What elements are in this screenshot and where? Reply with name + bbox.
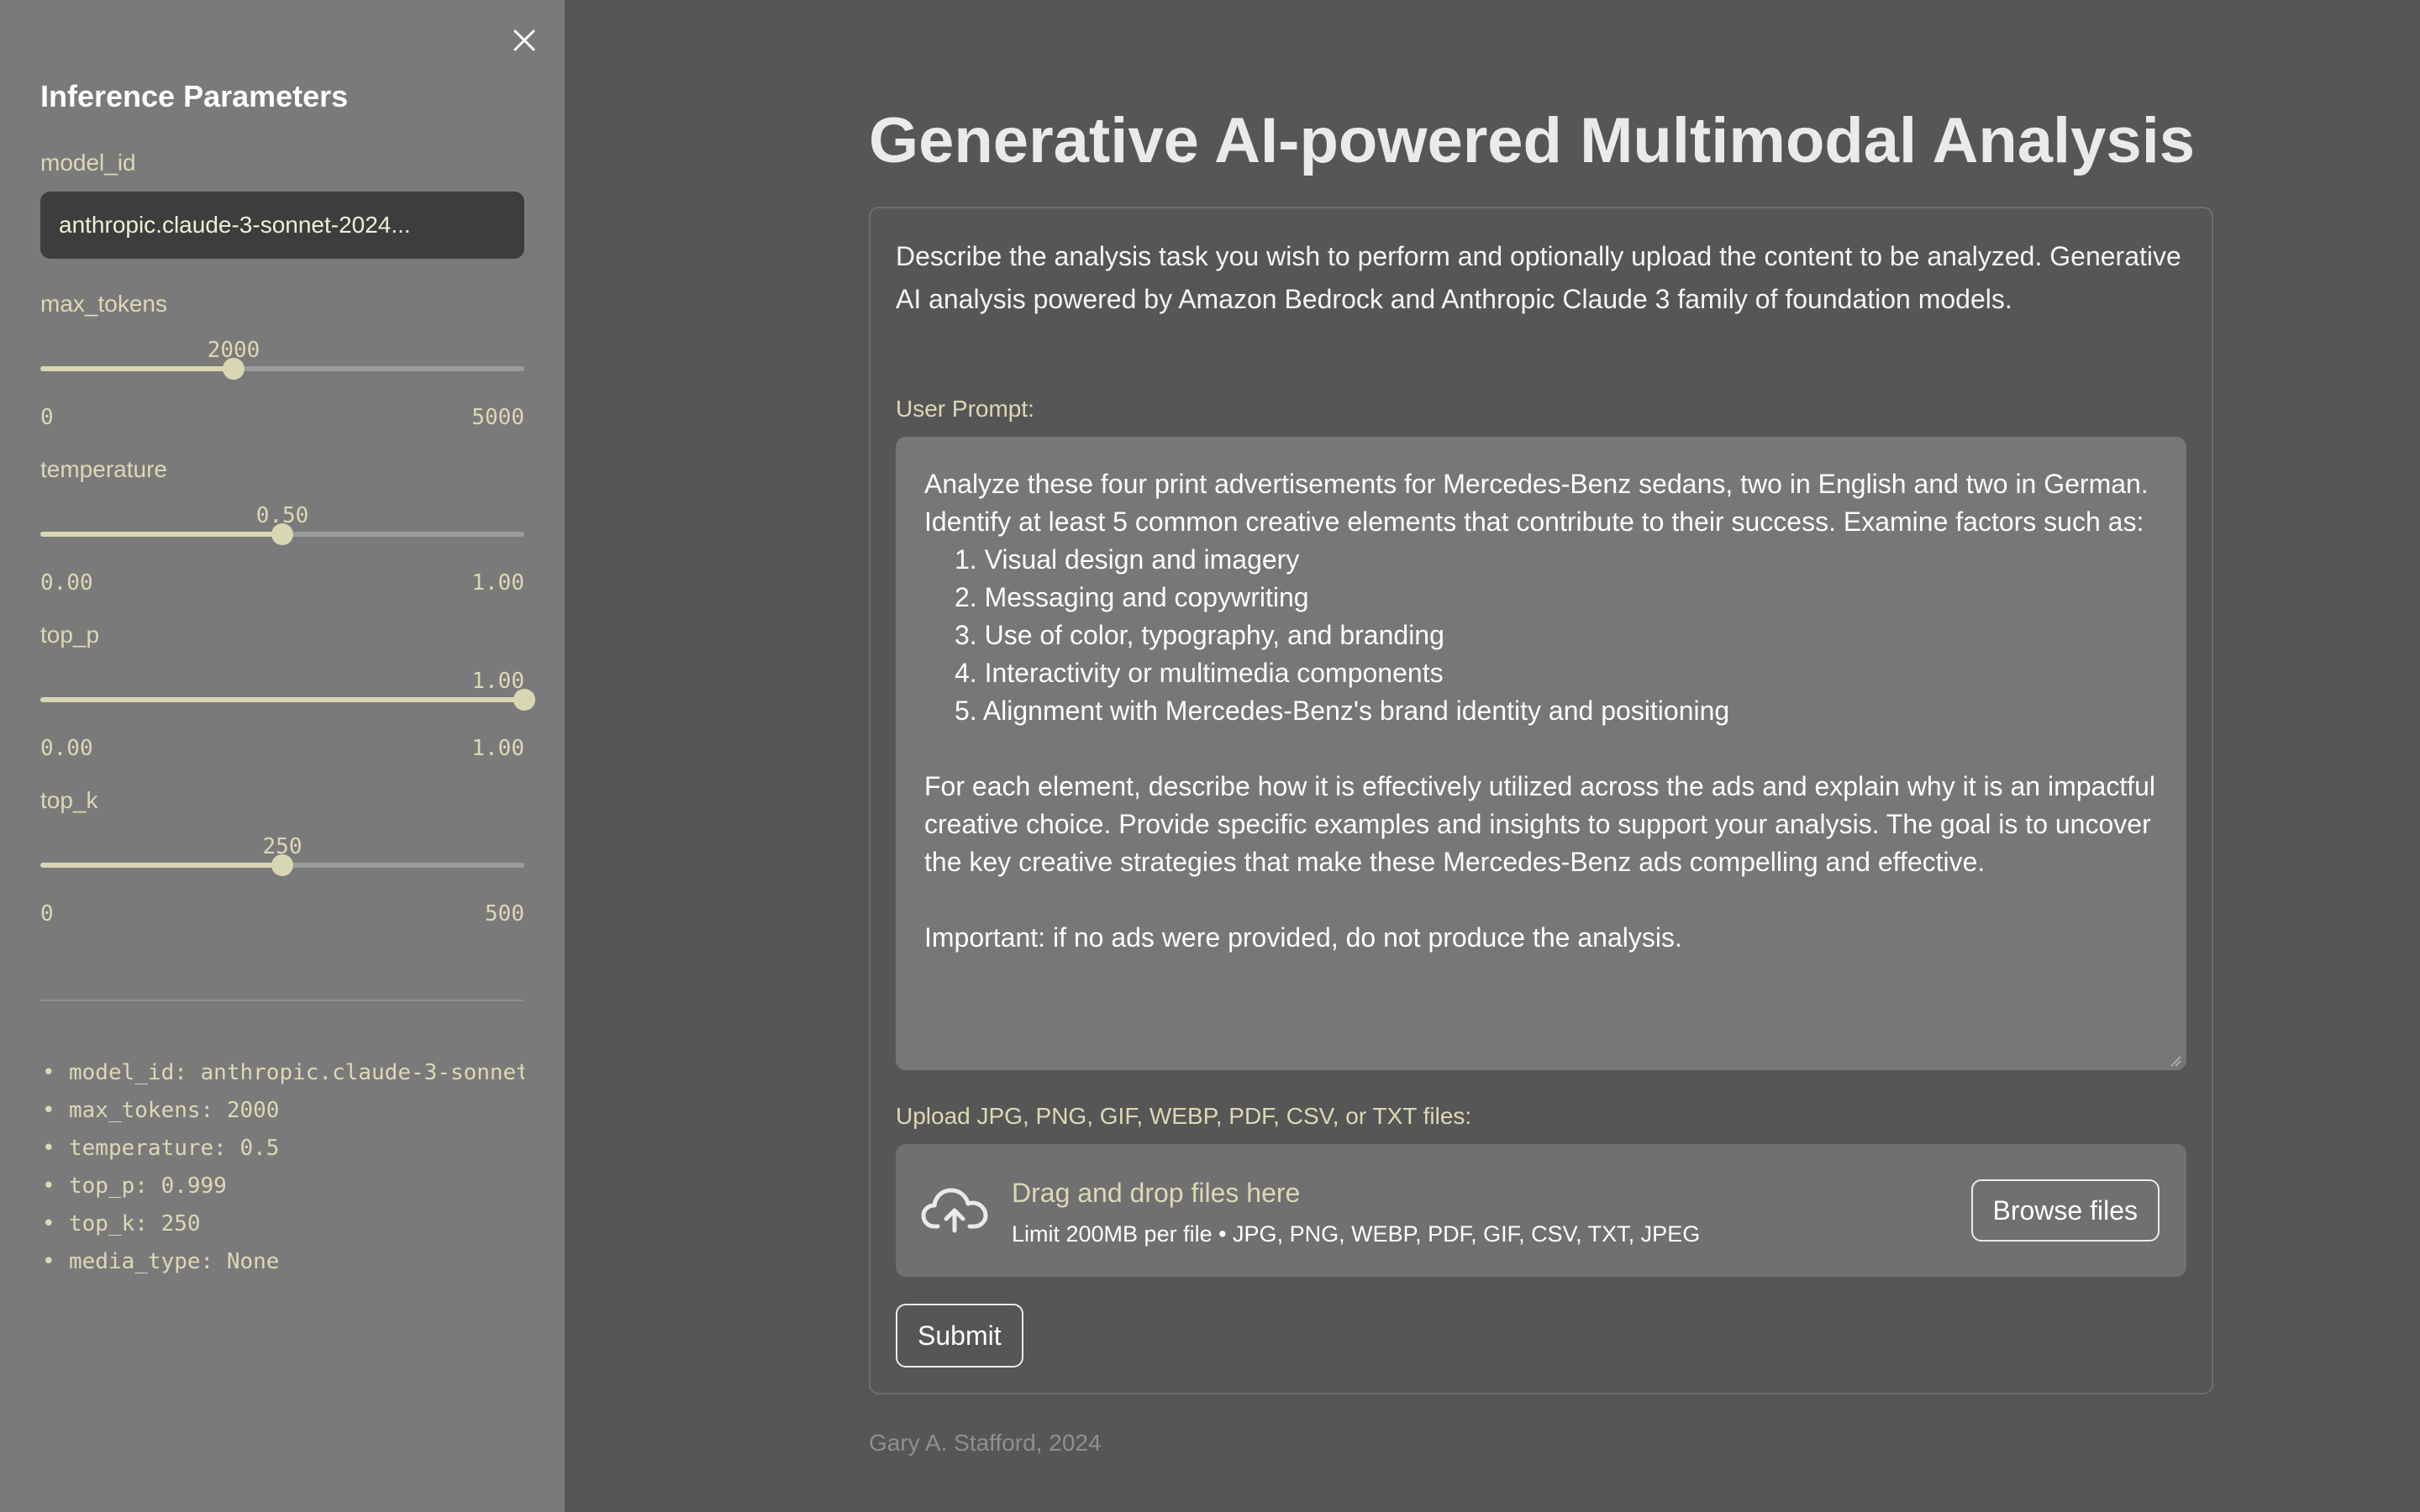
cloud-upload-icon — [921, 1188, 988, 1233]
user-prompt-label: User Prompt: — [896, 396, 1034, 422]
summary-item: temperature: 0.5 — [40, 1136, 524, 1173]
sidebar-divider — [40, 1000, 524, 1001]
prompt-list-item: 4. Interactivity or multimedia component… — [955, 658, 1444, 688]
prompt-intro: Analyze these four print advertisements … — [924, 469, 2149, 537]
slider-fill — [40, 366, 234, 371]
slider-fill — [40, 863, 282, 868]
prompt-list-item: 3. Use of color, typography, and brandin… — [955, 620, 1444, 650]
submit-button[interactable]: Submit — [896, 1304, 1023, 1368]
model-id-select[interactable]: anthropic.claude-3-sonnet-2024... — [40, 192, 524, 259]
top-k-label: top_k — [40, 787, 98, 813]
prompt-list-item: 1. Visual design and imagery — [955, 544, 1300, 575]
page-title: Generative AI-powered Multimodal Analysi… — [869, 105, 2196, 176]
prompt-spacer — [924, 730, 2158, 768]
sidebar-title: Inference Parameters — [40, 79, 349, 113]
summary-item: media_type: None — [40, 1249, 524, 1287]
max-tokens-label: max_tokens — [40, 291, 167, 317]
slider-fill — [40, 532, 282, 537]
top-k-slider[interactable]: 250 0 500 — [40, 834, 524, 927]
footer-credit: Gary A. Stafford, 2024 — [869, 1430, 1102, 1456]
slider-max: 500 — [485, 901, 524, 927]
top-p-label: top_p — [40, 622, 100, 648]
prompt-spacer — [924, 881, 2158, 919]
top-p-slider[interactable]: 1.00 0.00 1.00 — [40, 669, 535, 761]
slider-thumb[interactable] — [513, 689, 535, 711]
summary-item: max_tokens: 2000 — [40, 1098, 524, 1136]
temperature-slider[interactable]: 0.50 0.00 1.00 — [40, 503, 524, 596]
slider-value: 1.00 — [471, 669, 524, 694]
close-icon — [513, 29, 535, 51]
slider-max: 1.00 — [471, 736, 524, 761]
dropzone-title: Drag and drop files here — [1012, 1178, 1301, 1208]
prompt-paragraph: For each element, describe how it is eff… — [924, 771, 2156, 877]
slider-max: 1.00 — [471, 570, 524, 596]
summary-item: model_id: anthropic.claude-3-sonnet-2024… — [40, 1060, 524, 1098]
description-text: Describe the analysis task you wish to p… — [896, 241, 2181, 314]
parameter-summary: model_id: anthropic.claude-3-sonnet-2024… — [40, 1060, 524, 1287]
close-sidebar-button[interactable] — [509, 25, 539, 55]
slider-max: 5000 — [471, 405, 524, 430]
dropzone-limit-text: Limit 200MB per file • JPG, PNG, WEBP, P… — [1012, 1221, 1701, 1247]
resize-grip-icon[interactable] — [2170, 1055, 2181, 1067]
slider-fill — [40, 697, 524, 702]
upload-label: Upload JPG, PNG, GIF, WEBP, PDF, CSV, or… — [896, 1103, 1472, 1129]
model-id-label: model_id — [40, 150, 136, 176]
slider-thumb[interactable] — [223, 358, 245, 380]
temperature-label: temperature — [40, 456, 167, 482]
browse-files-button[interactable]: Browse files — [1970, 1179, 2160, 1242]
prompt-paragraph: Important: if no ads were provided, do n… — [924, 922, 1682, 953]
slider-min: 0.00 — [40, 570, 93, 596]
prompt-list-item: 2. Messaging and copywriting — [955, 582, 1309, 612]
slider-min: 0 — [40, 405, 54, 430]
slider-thumb[interactable] — [271, 854, 293, 876]
summary-item: top_k: 250 — [40, 1211, 524, 1249]
slider-min: 0.00 — [40, 736, 93, 761]
file-dropzone[interactable]: Drag and drop files here Limit 200MB per… — [896, 1144, 2186, 1277]
prompt-list-item: 5. Alignment with Mercedes-Benz's brand … — [955, 696, 1730, 726]
slider-thumb[interactable] — [271, 523, 293, 545]
summary-item: top_p: 0.999 — [40, 1173, 524, 1211]
max-tokens-slider[interactable]: 2000 0 5000 — [40, 338, 524, 430]
slider-min: 0 — [40, 901, 54, 927]
user-prompt-textarea[interactable]: Analyze these four print advertisements … — [896, 437, 2186, 1070]
sidebar: Inference Parameters model_id anthropic.… — [0, 0, 565, 1512]
